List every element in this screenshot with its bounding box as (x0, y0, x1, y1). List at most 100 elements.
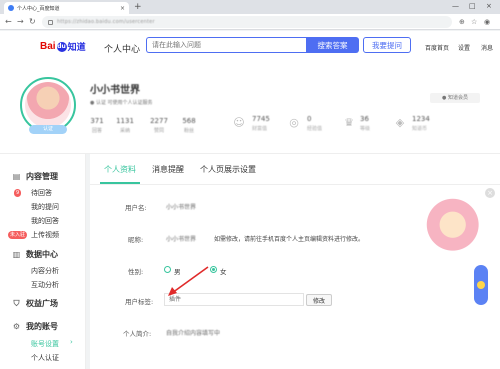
ad-close-icon[interactable]: × (485, 188, 495, 198)
sidebar-section-rights: ⛉ 权益广场 (12, 298, 59, 309)
auth-badge: 认证 (29, 125, 67, 134)
star-icon[interactable]: ☆ (471, 17, 477, 27)
logo-zhidao-text: 知道 (67, 43, 86, 53)
gender-male-label[interactable]: 男 (174, 266, 181, 276)
address-bar[interactable]: https://zhidao.baidu.com/usercenter (42, 16, 452, 28)
browser-tabstrip: 个人中心_百度知道 × + — □ × (0, 0, 500, 14)
stat-likes: 2277 赞同 (146, 117, 172, 134)
level-icon: ♛ (344, 116, 354, 129)
stat-number: 7745 (252, 115, 270, 123)
page-title: 个人中心 (104, 45, 141, 55)
ask-question-button[interactable]: 我要提问 (363, 37, 411, 53)
stat-number: 1234 (412, 115, 430, 123)
stat-label: 经验值 (307, 126, 323, 132)
stat-label: 赞同 (153, 128, 164, 134)
stat-number: 2277 (150, 117, 168, 125)
logo-bai-text: Bai (40, 41, 56, 52)
document-icon: ▤ (12, 172, 21, 181)
username-value: 小小书世界 (166, 204, 197, 211)
maximize-icon[interactable]: □ (469, 2, 476, 11)
bio-label: 个人简介: (123, 330, 152, 338)
floating-ad-image[interactable] (423, 195, 489, 261)
helper-icon[interactable] (477, 281, 485, 289)
avatar-image (25, 82, 71, 128)
settings-link[interactable]: 设置 (458, 43, 470, 52)
gender-male-radio[interactable] (164, 266, 171, 273)
sidebar-item-personal-auth[interactable]: 个人认证 (31, 353, 59, 363)
medal-icon: ◎ (289, 116, 299, 129)
window-close-icon[interactable]: × (486, 2, 492, 11)
close-icon[interactable]: × (120, 5, 125, 12)
lock-icon (48, 19, 53, 25)
section-title: 权益广场 (26, 299, 58, 308)
stat-number: 568 (182, 117, 196, 125)
sidebar-item-my-answers[interactable]: 我的回答 (31, 216, 59, 226)
stat-number: 0 (307, 115, 312, 123)
stat-number: 371 (90, 117, 104, 125)
stat-fans: 568 粉丝 (176, 117, 202, 134)
new-tab-icon[interactable]: + (134, 2, 142, 12)
browser-toolbar: ← → ↻ https://zhidao.baidu.com/usercente… (0, 14, 500, 30)
gender-female-label[interactable]: 女 (220, 266, 227, 276)
gender-female-radio[interactable] (210, 266, 217, 273)
sidebar-section-content: ▤ 内容管理 (12, 171, 58, 182)
nickname-hint: 如需修改，请前往手机百度个人主页编辑资料进行修改。 (214, 236, 365, 243)
nickname-label: 昵称: (128, 236, 144, 244)
sidebar-item-upload-video[interactable]: 上传视频 (31, 230, 59, 240)
sidebar: ▤ 内容管理 9 待回答 我的提问 我的回答 未入驻 上传视频 ▥ 数据中心 内… (0, 154, 86, 369)
tab-personal-info[interactable]: 个人资料 (104, 164, 136, 182)
stat-label: 知道币 (412, 126, 428, 132)
gear-icon: ⚙ (12, 322, 21, 331)
section-title: 我的账号 (26, 322, 58, 331)
baidu-home-link[interactable]: 百度首页 (425, 43, 449, 52)
user-tags-label: 用户标签: (125, 298, 154, 306)
back-icon[interactable]: ← (5, 16, 12, 28)
edit-tags-button[interactable]: 修改 (306, 294, 332, 306)
shield-icon: ⛉ (13, 299, 20, 308)
baidu-favicon-icon (8, 5, 14, 11)
baidu-zhidao-logo[interactable]: Bai du 知道 (40, 40, 86, 53)
chevron-right-icon: › (70, 338, 73, 346)
share-icon[interactable]: ⊕ (459, 17, 465, 27)
sidebar-item-account-settings[interactable]: 账号设置 (31, 339, 59, 349)
tab-notifications[interactable]: 消息提醒 (152, 164, 184, 182)
forward-icon[interactable]: → (17, 16, 24, 28)
reload-icon[interactable]: ↻ (29, 16, 36, 28)
tab-divider (90, 184, 500, 185)
sidebar-section-data: ▥ 数据中心 (12, 249, 58, 260)
stat-label: 等级 (360, 126, 371, 132)
minimize-icon[interactable]: — (452, 2, 459, 11)
upload-status-badge: 未入驻 (8, 231, 28, 239)
sidebar-item-my-questions[interactable]: 我的提问 (31, 202, 59, 212)
sidebar-item-interaction-analysis[interactable]: 互动分析 (31, 280, 59, 290)
profile-subtext: ● 认证 可使用个人认证服务 (90, 100, 153, 106)
user-tags-field[interactable]: 插件 (164, 293, 304, 306)
search-input[interactable] (146, 37, 306, 53)
section-title: 内容管理 (26, 172, 58, 181)
bio-value: 自我介绍内容填写中 (166, 330, 221, 337)
profile-icon[interactable]: ◉ (484, 17, 490, 27)
stat-number: 36 (360, 115, 369, 123)
browser-tab[interactable]: 个人中心_百度知道 × (4, 2, 129, 14)
sidebar-item-pending[interactable]: 待回答 (31, 188, 52, 198)
tab-title: 个人中心_百度知道 (17, 5, 60, 12)
sidebar-item-content-analysis[interactable]: 内容分析 (31, 266, 59, 276)
stat-label: 财富值 (252, 126, 268, 132)
search-button[interactable]: 搜索答案 (306, 37, 359, 53)
username-label: 用户名: (125, 204, 147, 212)
profile-username: 小小书世界 (90, 85, 140, 96)
section-title: 数据中心 (26, 250, 58, 259)
member-tag[interactable]: ● 知道会员 (430, 93, 480, 103)
profile-banner: 认证 小小书世界 ● 认证 可使用个人认证服务 371 回答 1131 采纳 2… (0, 64, 500, 154)
paw-icon: du (56, 41, 67, 52)
chart-icon: ▥ (12, 250, 21, 259)
pending-count-badge: 9 (14, 189, 22, 197)
tab-page-display[interactable]: 个人页展示设置 (200, 164, 256, 182)
stat-level: 36 等级 (360, 115, 370, 132)
main-panel: 个人资料 消息提醒 个人页展示设置 用户名: 小小书世界 昵称: 小小书世界 如… (90, 154, 500, 369)
stat-label: 采纳 (119, 128, 130, 134)
messages-link[interactable]: 消息 (481, 43, 493, 52)
coin-icon: ◈ (395, 116, 405, 129)
stat-accepted: 1131 采纳 (112, 117, 138, 134)
gender-label: 性别: (128, 268, 144, 276)
